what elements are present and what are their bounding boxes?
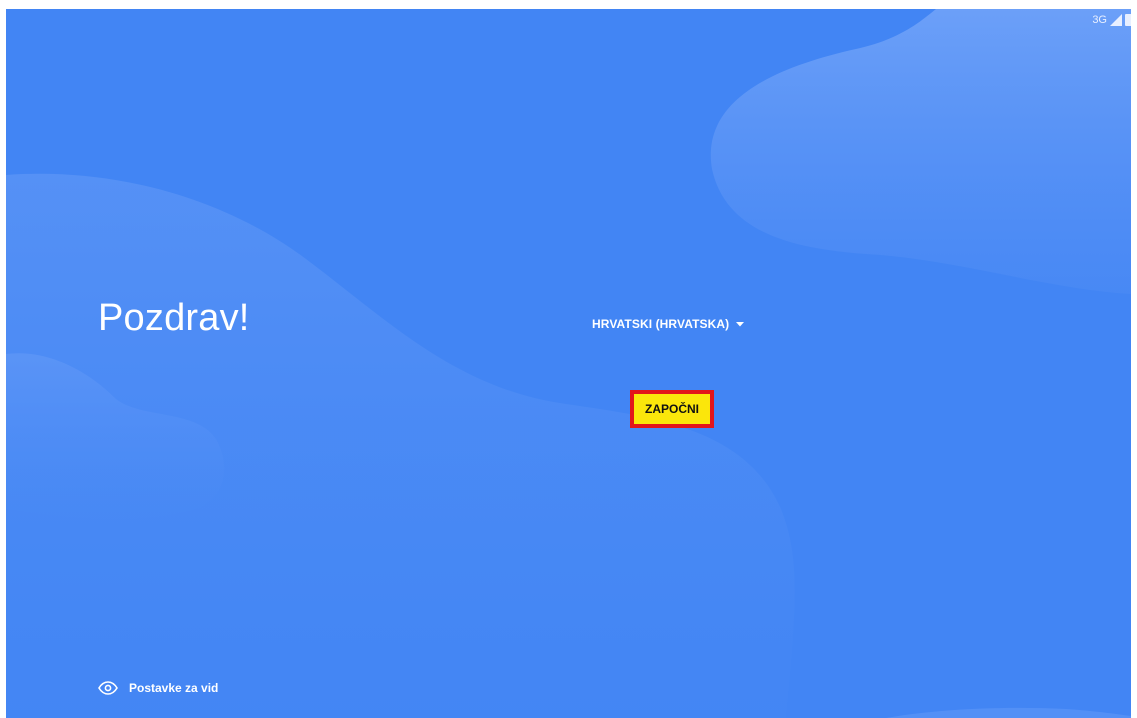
vision-settings-label: Postavke za vid: [129, 681, 219, 695]
start-button[interactable]: ZAPOČNI: [630, 390, 714, 428]
signal-icon: [1110, 14, 1122, 26]
status-bar: 3G: [1092, 9, 1131, 31]
language-dropdown-label: HRVATSKI (HRVATSKA): [592, 317, 730, 331]
background-waves: [6, 9, 1131, 718]
battery-icon: [1125, 14, 1131, 26]
eye-icon: [98, 681, 118, 695]
dropdown-arrow-icon: [736, 322, 745, 327]
setup-welcome-screen: 3G Pozdrav! HRVATSKI (HRVATSKA) ZAPOČNI …: [6, 9, 1131, 718]
language-dropdown[interactable]: HRVATSKI (HRVATSKA): [592, 313, 745, 335]
greeting-title: Pozdrav!: [98, 297, 250, 339]
vision-settings-link[interactable]: Postavke za vid: [98, 681, 218, 695]
network-type-text: 3G: [1092, 14, 1107, 26]
